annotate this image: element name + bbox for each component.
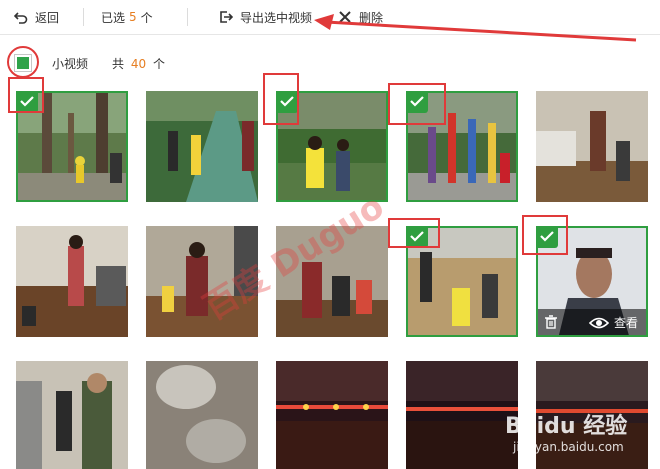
trash-icon[interactable]	[544, 315, 558, 329]
selected-count-text: 已选 5 个	[101, 7, 153, 27]
video-thumbnail[interactable]	[536, 91, 648, 202]
thumbnail-image	[16, 226, 128, 337]
total-count: 40	[130, 57, 147, 71]
annotation-box	[263, 73, 299, 125]
annotation-box	[8, 77, 44, 113]
baidu-logo: Baidu 经验	[505, 414, 628, 439]
view-button[interactable]: 查看	[588, 314, 638, 331]
baidu-watermark: Baidu 经验 jingyan.baidu.com	[505, 408, 655, 468]
thumbnail-image	[276, 361, 388, 469]
annotation-box	[388, 218, 440, 248]
thumbnail-image	[146, 91, 258, 202]
total-prefix: 共	[112, 57, 125, 71]
video-thumbnail[interactable]	[406, 361, 518, 469]
video-thumbnail[interactable]	[146, 91, 258, 202]
view-label: 查看	[613, 316, 638, 330]
thumbnail-hover-bar: 查看	[538, 309, 646, 335]
toolbar-divider	[83, 8, 84, 26]
thumbnail-image	[146, 361, 258, 469]
video-thumbnail[interactable]	[146, 361, 258, 469]
total-suffix: 个	[152, 57, 165, 71]
total-count-text: 共 40 个	[112, 55, 165, 72]
selected-prefix: 已选	[101, 10, 126, 25]
thumbnail-image	[536, 91, 648, 202]
back-arrow-icon	[14, 12, 28, 24]
category-label: 小视频	[52, 57, 89, 71]
back-button[interactable]: 返回	[14, 7, 59, 27]
baidu-url: jingyan.baidu.com	[513, 440, 624, 454]
eye-icon	[588, 317, 609, 328]
thumbnail-image	[16, 361, 128, 469]
video-thumbnail[interactable]	[276, 361, 388, 469]
export-icon	[220, 11, 233, 23]
selected-count: 5	[129, 10, 137, 24]
thumbnail-image	[406, 361, 518, 469]
export-selected-button[interactable]: 导出选中视频	[219, 7, 312, 27]
back-label: 返回	[35, 10, 60, 25]
selected-suffix: 个	[140, 10, 153, 25]
annotation-box	[388, 83, 446, 125]
annotation-arrow	[314, 14, 637, 42]
video-thumbnail[interactable]	[16, 226, 128, 337]
annotation-box	[522, 215, 568, 255]
video-thumbnail[interactable]	[16, 361, 128, 469]
select-all-checkbox[interactable]	[17, 57, 29, 69]
toolbar-divider	[187, 8, 188, 26]
